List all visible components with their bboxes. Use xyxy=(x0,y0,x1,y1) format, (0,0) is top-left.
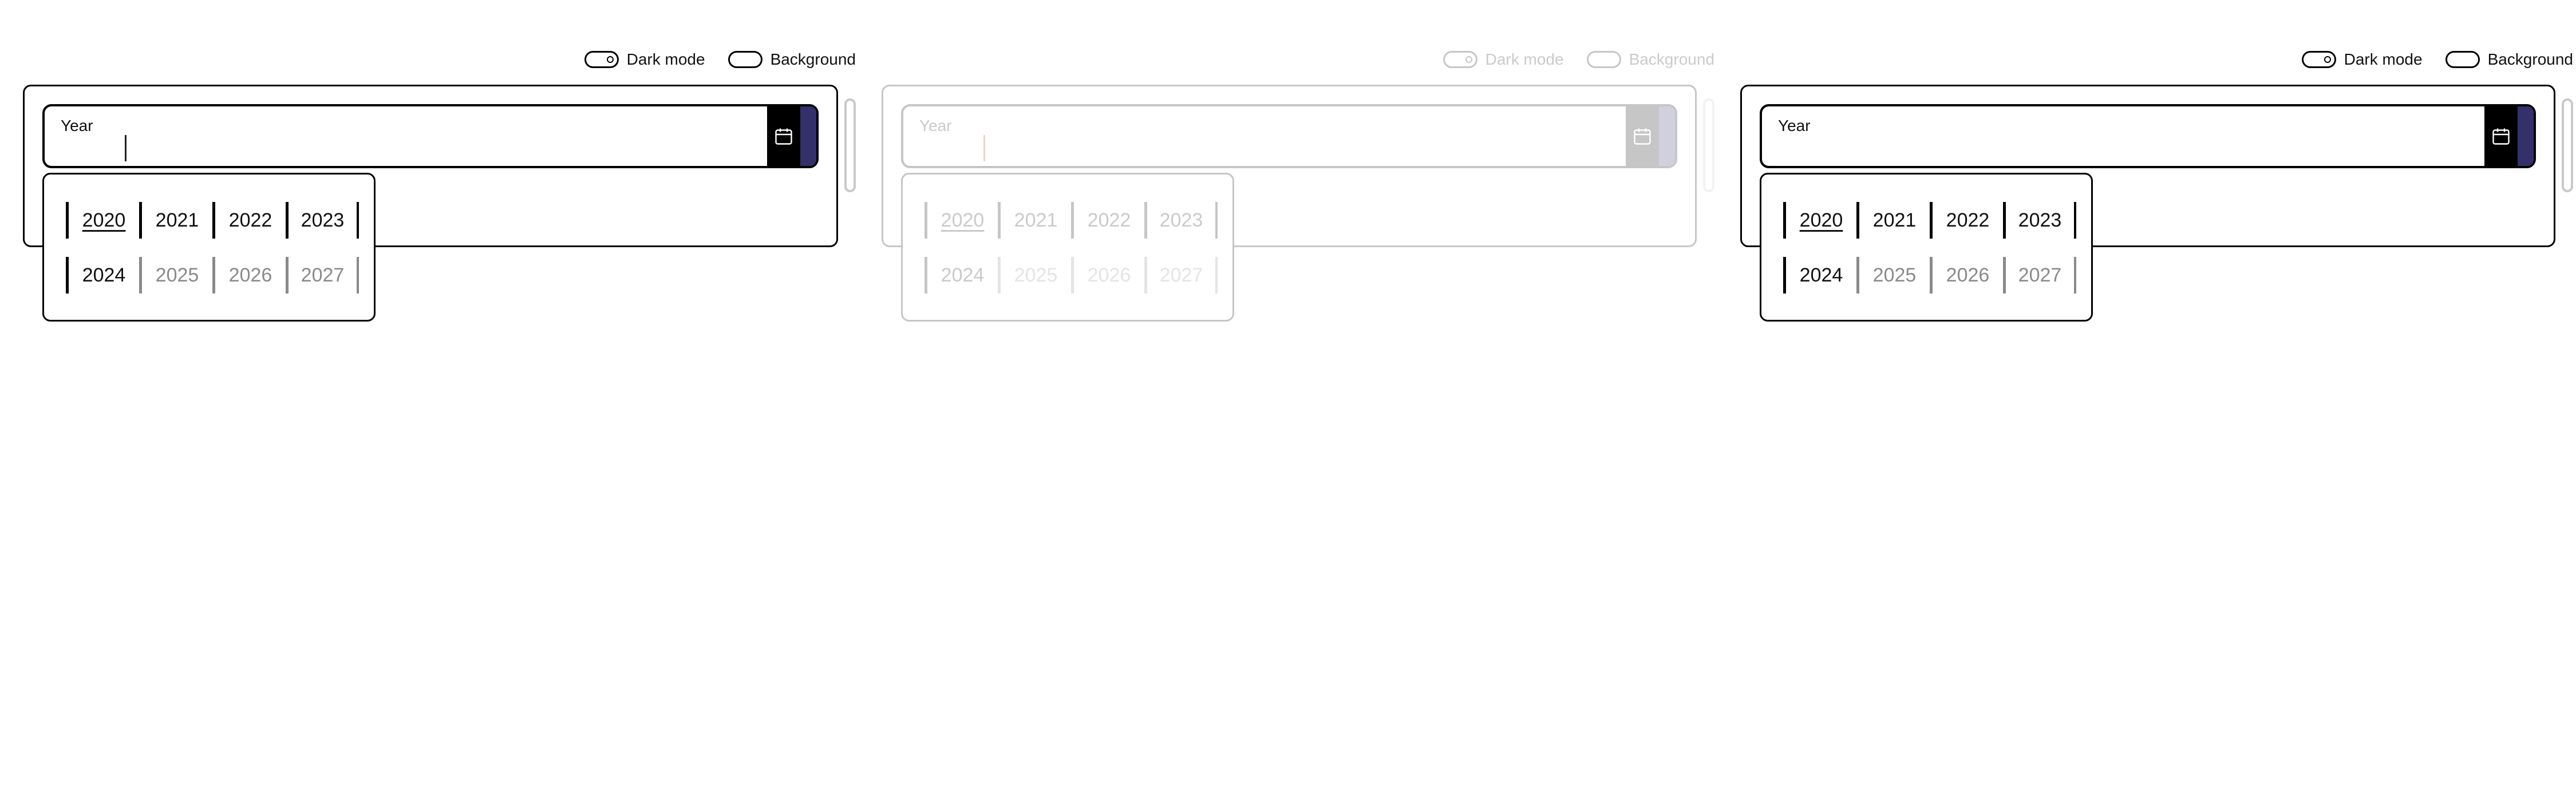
scrollbar[interactable] xyxy=(844,98,856,192)
scrollbar[interactable] xyxy=(1703,98,1714,192)
field-accent xyxy=(1659,106,1675,166)
dark-mode-toggle[interactable]: Dark mode xyxy=(1443,50,1564,69)
year-option[interactable]: 2024 xyxy=(66,257,139,294)
year-field-label: Year xyxy=(61,117,93,134)
background-label: Background xyxy=(770,50,856,68)
field-accent xyxy=(800,106,816,166)
year-option[interactable]: 2021 xyxy=(998,202,1071,239)
calendar-icon xyxy=(1634,128,1651,145)
year-option[interactable]: 2020 xyxy=(1783,202,1856,239)
background-toggle[interactable]: Background xyxy=(1586,50,1714,69)
year-option[interactable]: 2022 xyxy=(1930,202,2003,239)
year-option[interactable]: 2025 xyxy=(1856,257,1930,294)
background-label: Background xyxy=(2487,50,2573,68)
year-grid: 2020 2021 2022 2023 2024 2025 2026 2027 xyxy=(1783,202,2077,312)
toggle-knob-icon xyxy=(2324,56,2331,63)
dark-mode-toggle[interactable]: Dark mode xyxy=(584,50,705,69)
year-option[interactable]: 2020 xyxy=(924,202,998,239)
calendar-button[interactable] xyxy=(767,106,800,166)
dark-mode-label: Dark mode xyxy=(1485,50,1564,68)
background-toggle[interactable]: Background xyxy=(728,50,856,69)
year-option[interactable]: 2022 xyxy=(212,202,286,239)
year-option[interactable]: 2026 xyxy=(212,257,286,294)
year-option[interactable]: 2024 xyxy=(1783,257,1856,294)
year-option[interactable]: 2026 xyxy=(1071,257,1144,294)
background-label: Background xyxy=(1629,50,1714,68)
toggle-switch[interactable] xyxy=(2445,51,2480,68)
toggle-switch[interactable] xyxy=(728,51,762,68)
text-caret xyxy=(983,135,985,161)
year-field[interactable]: Year xyxy=(901,104,1677,168)
year-option[interactable]: 2025 xyxy=(139,257,212,294)
year-option[interactable]: 2020 xyxy=(66,202,139,239)
year-option[interactable]: 2027 xyxy=(2003,257,2076,294)
toggle-switch[interactable] xyxy=(584,51,619,68)
toggle-switch[interactable] xyxy=(1586,51,1621,68)
dark-mode-label: Dark mode xyxy=(2344,50,2423,68)
year-option[interactable]: 2021 xyxy=(139,202,212,239)
year-dropdown: 2020 2021 2022 2023 2024 2025 2026 2027 xyxy=(901,173,1234,322)
toolbar: Dark mode Background xyxy=(584,48,856,71)
year-grid: 2020 2021 2022 2023 2024 2025 2026 2027 xyxy=(924,202,1219,312)
year-grid: 2020 2021 2022 2023 2024 2025 2026 2027 xyxy=(66,202,360,312)
year-option[interactable]: 2023 xyxy=(286,202,359,239)
year-option[interactable]: 2026 xyxy=(1930,257,2003,294)
background-toggle[interactable]: Background xyxy=(2445,50,2573,69)
year-option[interactable]: 2025 xyxy=(998,257,1071,294)
year-option[interactable]: 2022 xyxy=(1071,202,1144,239)
year-dropdown: 2020 2021 2022 2023 2024 2025 2026 2027 xyxy=(42,173,376,322)
demo-panel-2: Dark mode Background Year 2020 2021 2022… xyxy=(882,0,1714,355)
calendar-icon xyxy=(775,128,792,145)
toggle-knob-icon xyxy=(606,56,614,63)
dark-mode-label: Dark mode xyxy=(626,50,705,68)
field-accent xyxy=(2518,106,2534,166)
demo-panel-1: Dark mode Background Year 2020 2021 2022… xyxy=(23,0,856,355)
year-field[interactable]: Year xyxy=(1760,104,2536,168)
calendar-button[interactable] xyxy=(1626,106,1659,166)
year-dropdown: 2020 2021 2022 2023 2024 2025 2026 2027 xyxy=(1760,173,2093,322)
year-option[interactable]: 2024 xyxy=(924,257,998,294)
toggle-switch[interactable] xyxy=(1443,51,1477,68)
year-option[interactable]: 2023 xyxy=(2003,202,2076,239)
toggle-knob-icon xyxy=(1465,56,1472,63)
year-option[interactable]: 2027 xyxy=(1144,257,1218,294)
year-option[interactable]: 2027 xyxy=(286,257,359,294)
text-caret xyxy=(125,135,127,161)
year-option[interactable]: 2023 xyxy=(1144,202,1218,239)
toggle-switch[interactable] xyxy=(2301,51,2336,68)
demo-panel-3: Dark mode Background Year 2020 2021 2022… xyxy=(1740,0,2573,355)
year-field[interactable]: Year xyxy=(42,104,819,168)
year-option[interactable]: 2021 xyxy=(1856,202,1930,239)
year-field-label: Year xyxy=(919,117,952,134)
year-field-label: Year xyxy=(1778,117,1811,134)
calendar-icon xyxy=(2492,128,2510,145)
dark-mode-toggle[interactable]: Dark mode xyxy=(2301,50,2423,69)
toolbar: Dark mode Background xyxy=(2301,48,2573,71)
calendar-button[interactable] xyxy=(2484,106,2518,166)
toolbar: Dark mode Background xyxy=(1443,48,1714,71)
scrollbar[interactable] xyxy=(2562,98,2573,192)
